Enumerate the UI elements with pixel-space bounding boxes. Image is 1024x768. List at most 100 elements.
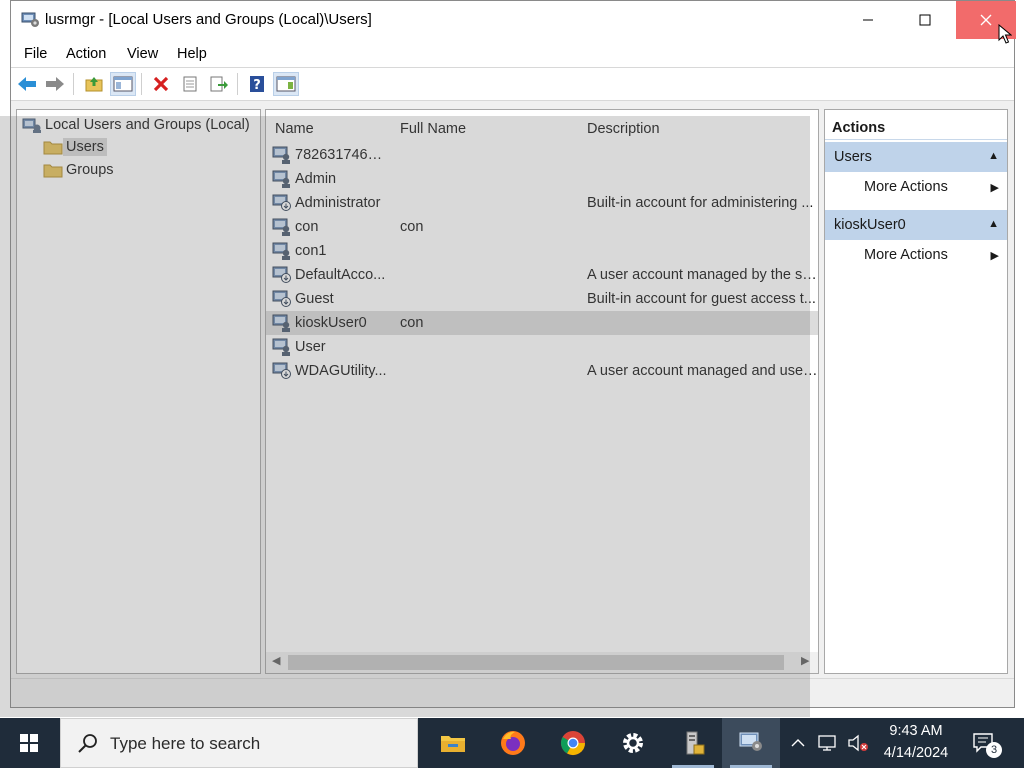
- user-row[interactable]: Guest Built-in account for guest access …: [266, 287, 818, 311]
- tree-item-groups[interactable]: Groups: [43, 161, 117, 179]
- toolbar-separator: [237, 73, 238, 95]
- tree-root-label: Local Users and Groups (Local): [45, 117, 250, 133]
- user-name: WDAGUtility...: [295, 363, 387, 379]
- more-actions-users[interactable]: More Actions: [864, 179, 948, 195]
- more-actions-label: More Actions: [864, 247, 948, 263]
- export-list-icon: [210, 76, 228, 92]
- column-header-description[interactable]: Description: [587, 121, 660, 137]
- show-hide-action-pane-button[interactable]: [273, 72, 299, 96]
- computer-management-icon: [21, 12, 39, 27]
- tree-item-users[interactable]: Users: [43, 138, 107, 156]
- server-manager-icon: [686, 731, 705, 755]
- network-button[interactable]: [814, 718, 842, 768]
- volume-button[interactable]: [844, 718, 872, 768]
- forward-button[interactable]: [42, 72, 68, 96]
- console-tree-pane: Local Users and Groups (Local) Users Gro…: [16, 109, 261, 674]
- user-account-icon: [272, 338, 290, 356]
- disabled-user-account-icon: [272, 290, 291, 307]
- user-name: User: [295, 339, 326, 355]
- disabled-user-account-icon: [272, 194, 291, 211]
- action-center-button[interactable]: 3: [964, 718, 1004, 768]
- tree-root-node[interactable]: Local Users and Groups (Local): [22, 116, 253, 134]
- minimize-button[interactable]: [845, 1, 891, 39]
- properties-button[interactable]: [177, 72, 203, 96]
- actions-section-selected-user[interactable]: kioskUser0 ▲: [825, 210, 1007, 240]
- start-button[interactable]: [0, 718, 58, 768]
- user-row[interactable]: Administrator Built-in account for admin…: [266, 191, 818, 215]
- disabled-user-account-icon: [272, 266, 291, 283]
- notification-count-badge: 3: [986, 742, 1002, 758]
- user-row[interactable]: con con: [266, 215, 818, 239]
- up-one-level-button[interactable]: [81, 72, 107, 96]
- horizontal-scrollbar[interactable]: ◀ ▶: [266, 652, 818, 673]
- user-name: kioskUser0: [295, 315, 367, 331]
- taskbar-search-box[interactable]: Type here to search: [60, 718, 418, 768]
- title-bar[interactable]: lusrmgr - [Local Users and Groups (Local…: [11, 1, 1016, 39]
- clock-time[interactable]: 9:43 AM: [876, 723, 956, 739]
- user-description: A user account managed and used...: [587, 363, 818, 379]
- user-row-selected[interactable]: kioskUser0 con: [266, 311, 818, 335]
- show-hidden-icons-button[interactable]: [786, 718, 810, 768]
- menu-view[interactable]: View: [127, 46, 158, 62]
- forward-icon: [46, 77, 64, 91]
- user-name: con1: [295, 243, 327, 259]
- more-actions-selected-user[interactable]: More Actions: [864, 247, 948, 263]
- user-row[interactable]: User: [266, 335, 818, 359]
- maximize-icon: [919, 14, 931, 26]
- minimize-icon: [863, 19, 873, 21]
- file-explorer-icon: [441, 736, 465, 752]
- scrollbar-thumb[interactable]: [288, 655, 784, 670]
- menu-action[interactable]: Action: [66, 46, 106, 62]
- volume-muted-icon: [848, 734, 868, 752]
- user-name: DefaultAcco...: [295, 267, 386, 283]
- user-name: Admin: [295, 171, 337, 187]
- scroll-right-icon[interactable]: ▶: [801, 654, 809, 667]
- delete-button[interactable]: [148, 72, 174, 96]
- menu-help[interactable]: Help: [177, 46, 207, 62]
- chrome-button[interactable]: [544, 718, 602, 768]
- help-button[interactable]: ?: [244, 72, 270, 96]
- back-button[interactable]: [14, 72, 40, 96]
- status-bar: [11, 678, 1014, 707]
- collapse-icon[interactable]: ▲: [988, 218, 999, 230]
- window-title: lusrmgr - [Local Users and Groups (Local…: [45, 11, 372, 28]
- network-icon: [818, 735, 836, 751]
- scroll-left-icon[interactable]: ◀: [272, 654, 280, 667]
- delete-icon: [153, 76, 169, 92]
- user-description: A user account managed by the sy...: [587, 267, 818, 283]
- taskbar: Type here to search 9:43 AM 4/14/2024 3: [0, 718, 1024, 768]
- user-name: Administrator: [295, 195, 381, 211]
- user-row[interactable]: 78263174647...: [266, 143, 818, 167]
- show-hide-console-tree-button[interactable]: [110, 72, 136, 96]
- collapse-icon[interactable]: ▲: [988, 150, 999, 162]
- user-name: 78263174647...: [295, 147, 390, 163]
- column-header-full-name[interactable]: Full Name: [400, 121, 466, 137]
- maximize-button[interactable]: [902, 1, 948, 39]
- user-row[interactable]: DefaultAcco... A user account managed by…: [266, 263, 818, 287]
- toolbar: ?: [11, 68, 1014, 101]
- export-list-button[interactable]: [206, 72, 232, 96]
- user-account-icon: [272, 170, 290, 188]
- actions-section-users[interactable]: Users ▲: [825, 142, 1007, 172]
- column-header-name[interactable]: Name: [275, 121, 314, 137]
- users-list-pane: Name Full Name Description 78263174647..…: [265, 109, 819, 674]
- clock-date[interactable]: 4/14/2024: [876, 745, 956, 761]
- menu-file[interactable]: File: [24, 46, 47, 62]
- actions-section-selected-user-label: kioskUser0: [834, 217, 906, 233]
- user-row[interactable]: Admin: [266, 167, 818, 191]
- user-full-name: con: [400, 219, 424, 235]
- mouse-cursor-icon: [998, 24, 1012, 44]
- up-folder-icon: [85, 77, 103, 92]
- server-manager-button[interactable]: [664, 718, 722, 768]
- user-full-name: con: [400, 315, 424, 331]
- settings-button[interactable]: [604, 718, 662, 768]
- user-row[interactable]: WDAGUtility... A user account managed an…: [266, 359, 818, 383]
- firefox-icon: [501, 731, 525, 755]
- show-hide-action-pane-icon: [276, 76, 296, 92]
- actions-title: Actions: [825, 110, 1007, 140]
- file-explorer-button[interactable]: [424, 718, 482, 768]
- computer-management-button[interactable]: [722, 718, 780, 768]
- firefox-button[interactable]: [484, 718, 542, 768]
- user-row[interactable]: con1: [266, 239, 818, 263]
- search-icon: [78, 734, 97, 753]
